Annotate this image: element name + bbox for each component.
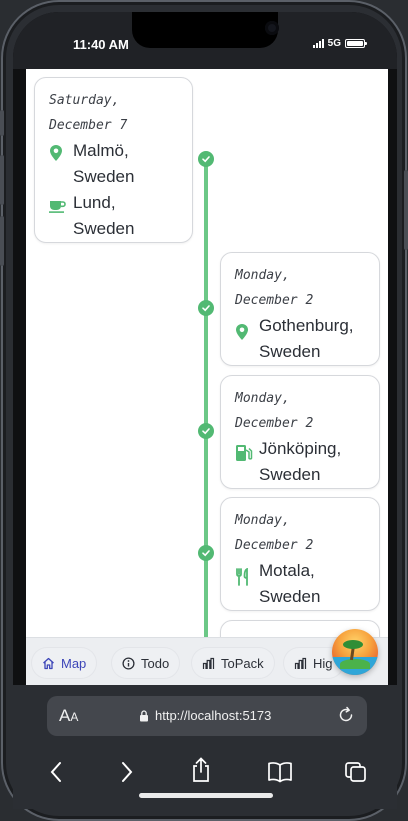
- back-icon[interactable]: [49, 761, 63, 788]
- timeline-card[interactable]: Monday, December 2 Gothenburg, Sweden: [220, 252, 380, 366]
- signal-icon: [312, 39, 324, 48]
- tab-label: Hig: [313, 655, 333, 671]
- power-button: [404, 170, 408, 250]
- address-bar[interactable]: AA http://localhost:5173: [47, 696, 367, 736]
- card-date: Monday, December 2: [235, 268, 314, 308]
- browser-nav-row: [13, 757, 397, 789]
- timeline-view[interactable]: Saturday, December 7 Malmö, Sweden Lund,…: [26, 69, 388, 697]
- bar-chart-icon: [202, 657, 215, 669]
- location-item[interactable]: Gothenburg, Sweden: [235, 313, 369, 365]
- share-icon[interactable]: [190, 757, 212, 788]
- info-circle-icon: [122, 656, 135, 670]
- home-indicator: [139, 793, 273, 798]
- tab-topack[interactable]: ToPack: [192, 648, 274, 678]
- status-indicators: 5G: [312, 38, 367, 49]
- reload-icon[interactable]: [337, 706, 355, 729]
- card-date: Saturday, December 7: [49, 93, 128, 133]
- tab-label: Map: [61, 655, 87, 671]
- phone-frame: 11:40 AM 5G Saturday, December 7 Malmö, …: [0, 0, 408, 821]
- volume-down-button: [0, 216, 4, 266]
- location-name: Malmö, Sweden: [73, 141, 135, 186]
- url-display[interactable]: http://localhost:5173: [139, 708, 271, 723]
- gas-station-icon: [235, 436, 259, 462]
- text-size-button[interactable]: AA: [59, 706, 78, 726]
- front-camera: [265, 21, 279, 35]
- tab-map[interactable]: Map: [32, 648, 97, 678]
- location-item[interactable]: Jönköping, Sweden: [235, 436, 369, 488]
- network-label: 5G: [327, 38, 341, 49]
- home-icon: [43, 657, 54, 669]
- location-name: Motala, Sweden: [259, 561, 321, 606]
- location-name: Lund, Sweden: [73, 193, 135, 238]
- tabs-icon[interactable]: [344, 761, 368, 788]
- tab-label: ToPack: [221, 655, 264, 671]
- lock-icon: [140, 709, 148, 721]
- bar-chart-icon: [294, 657, 307, 669]
- timeline-check-icon: [198, 545, 214, 561]
- status-bar: 11:40 AM 5G: [13, 12, 397, 69]
- url-text: http://localhost:5173: [155, 708, 272, 723]
- coffee-cup-icon: [49, 190, 73, 213]
- location-name: Jönköping, Sweden: [259, 439, 342, 484]
- timeline-check-icon: [198, 151, 214, 167]
- timeline-card[interactable]: Monday, December 2 Jönköping, Sweden: [220, 375, 380, 489]
- timeline-check-icon: [198, 423, 214, 439]
- map-pin-icon: [49, 138, 73, 162]
- notch: [132, 12, 279, 48]
- timeline-check-icon: [198, 300, 214, 316]
- user-avatar[interactable]: [332, 629, 378, 675]
- card-date: Monday, December 2: [235, 391, 314, 431]
- timeline-card[interactable]: Monday, December 2 Motala, Sweden: [220, 497, 380, 611]
- map-pin-icon: [235, 313, 259, 341]
- silent-switch: [0, 110, 4, 136]
- volume-up-button: [0, 155, 4, 205]
- battery-icon: [345, 39, 367, 48]
- location-item[interactable]: Malmö, Sweden: [49, 138, 182, 190]
- location-name: Gothenburg, Sweden: [259, 316, 354, 361]
- tab-label: Todo: [141, 655, 170, 671]
- location-item[interactable]: Lund, Sweden: [49, 190, 182, 242]
- tab-todo[interactable]: Todo: [112, 648, 180, 678]
- browser-toolbar: AA http://localhost:5173: [13, 685, 397, 809]
- forward-icon[interactable]: [120, 761, 134, 788]
- fork-knife-icon: [235, 558, 259, 586]
- status-time: 11:40 AM: [73, 37, 129, 52]
- location-item[interactable]: Motala, Sweden: [235, 558, 369, 610]
- bookmarks-icon[interactable]: [267, 761, 293, 788]
- card-date: Monday, December 2: [235, 513, 314, 553]
- timeline-card[interactable]: Saturday, December 7 Malmö, Sweden Lund,…: [34, 77, 193, 243]
